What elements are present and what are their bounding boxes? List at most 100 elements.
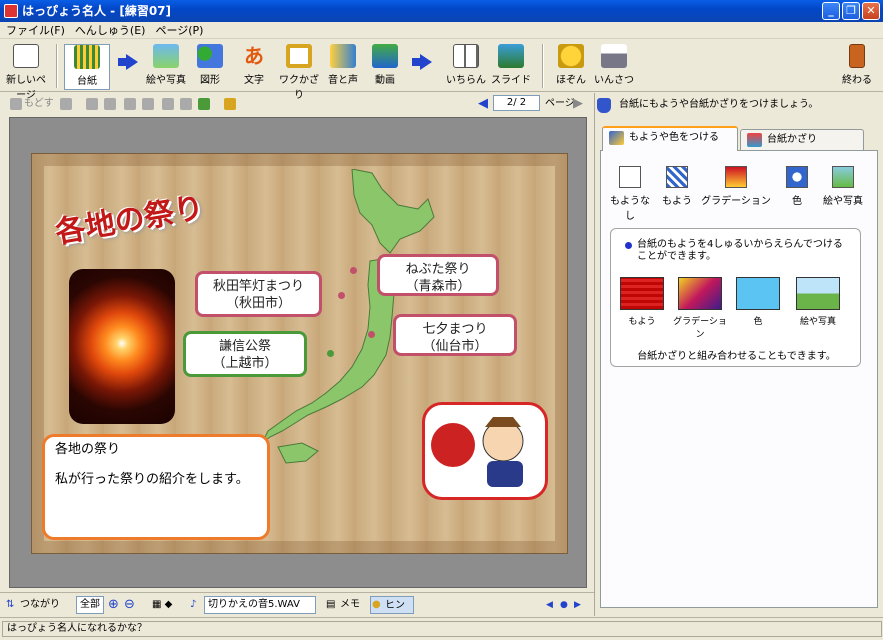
swatch-label: 色 bbox=[753, 317, 763, 327]
swatch-color[interactable] bbox=[736, 277, 780, 310]
festival-mascot-illustration[interactable] bbox=[422, 402, 548, 500]
tab-decoration[interactable]: 台紙かざり bbox=[740, 129, 864, 151]
option-pattern[interactable]: もよう bbox=[657, 166, 697, 207]
lightbulb-icon: ● bbox=[372, 599, 381, 610]
option-picture[interactable]: 絵や写真 bbox=[819, 166, 867, 207]
slide-board[interactable]: 各地の祭り ねぶた祭り （青森市） 秋田竿灯まつり （秋田市） 七夕まつり （仙… bbox=[31, 153, 568, 554]
maximize-button[interactable]: ❐ bbox=[842, 2, 860, 20]
cut-icon[interactable] bbox=[162, 98, 174, 110]
hokkaido-shape bbox=[351, 169, 435, 254]
panel-tabs: もようや色をつける 台紙かざり bbox=[600, 126, 878, 151]
nav-prev-icon[interactable]: ◀ bbox=[546, 596, 553, 614]
door-icon bbox=[849, 44, 865, 68]
menu-edit[interactable]: へんしゅう(E) bbox=[75, 22, 146, 38]
delete-icon[interactable] bbox=[142, 98, 154, 110]
menu-file[interactable]: ファイル(F) bbox=[6, 22, 65, 38]
right-panel: 台紙にもようや台紙かざりをつけましょう。 もようや色をつける 台紙かざり もよう… bbox=[594, 93, 883, 616]
memo-textbox[interactable]: 各地の祭り 私が行った祭りの紹介をします。 bbox=[42, 434, 270, 540]
send-back-icon[interactable] bbox=[104, 98, 116, 110]
bring-front-icon[interactable] bbox=[86, 98, 98, 110]
label-nebuta[interactable]: ねぶた祭り （青森市） bbox=[377, 254, 499, 296]
arrow-icon bbox=[412, 54, 432, 70]
palette-icon bbox=[609, 131, 624, 145]
close-button[interactable]: ✕ bbox=[862, 2, 880, 20]
sound-icon bbox=[330, 44, 356, 68]
nav-next-icon[interactable]: ▶ bbox=[574, 596, 581, 614]
info-text: 台紙のもようを4しゅるいからえらんでつけることができます。 bbox=[625, 239, 845, 263]
gradient-icon bbox=[725, 166, 747, 188]
toolbar-list-button[interactable]: いちらん bbox=[444, 44, 488, 90]
nav-dot-icon[interactable]: ● bbox=[560, 596, 568, 614]
picture-icon bbox=[832, 166, 854, 188]
undo-icon bbox=[10, 98, 22, 110]
zoom-in-icon[interactable]: ⊕ bbox=[108, 596, 119, 614]
option-gradient[interactable]: グラデーション bbox=[701, 166, 771, 207]
grid-icon[interactable]: ▦ ◆ bbox=[152, 596, 172, 614]
toolbar-sound-button[interactable]: 音と声 bbox=[326, 44, 360, 90]
info-box: 台紙のもようを4しゅるいからえらんでつけることができます。 もよう グラデーショ… bbox=[610, 228, 861, 367]
redo-icon[interactable] bbox=[60, 98, 72, 110]
option-color[interactable]: 色 bbox=[777, 166, 817, 207]
prev-page-button[interactable]: ◀ bbox=[478, 96, 488, 112]
shape-icon bbox=[197, 44, 223, 68]
text-icon: あ bbox=[244, 44, 264, 68]
mascot-drawing bbox=[431, 417, 524, 487]
backing-icon bbox=[74, 45, 100, 69]
page-number-display: 2/ 2 bbox=[493, 95, 540, 111]
toolbar-video-button[interactable]: 動画 bbox=[368, 44, 402, 90]
frame-icon bbox=[286, 44, 312, 68]
toolbar-picture-button[interactable]: 絵や写真 bbox=[144, 44, 188, 90]
hat-shape bbox=[485, 417, 521, 427]
status-bar: はっぴょう名人になれるかな？ bbox=[0, 617, 883, 640]
info-footer: 台紙かざりと組み合わせることもできます。 bbox=[637, 351, 836, 362]
toolbar-save-button[interactable]: ほぞん bbox=[552, 44, 590, 90]
label-akita[interactable]: 秋田竿灯まつり （秋田市） bbox=[195, 271, 322, 317]
memo-body: 私が行った祭りの紹介をします。 bbox=[55, 472, 249, 487]
toolbar-text-button[interactable]: あ 文字 bbox=[236, 44, 272, 90]
new-page-icon bbox=[13, 44, 39, 68]
tab-pattern-color[interactable]: もようや色をつける bbox=[602, 126, 738, 151]
menu-bar: ファイル(F) へんしゅう(E) ページ(P) bbox=[0, 22, 883, 39]
toolbar-print-button[interactable]: いんさつ bbox=[594, 44, 634, 90]
link-button[interactable]: つながり bbox=[20, 596, 60, 614]
option-no-pattern[interactable]: もようなし bbox=[607, 166, 653, 222]
edit-toolbar: もどす ◀ 2/ 2 ページ ▶ bbox=[0, 93, 594, 115]
zoom-out-icon[interactable]: ⊖ bbox=[124, 596, 135, 614]
label-tanabata[interactable]: 七夕まつり （仙台市） bbox=[393, 314, 517, 356]
body-shape bbox=[487, 461, 523, 487]
fireworks-photo[interactable] bbox=[69, 269, 175, 424]
quit-button[interactable]: 終わる bbox=[838, 44, 876, 90]
panel-instruction: 台紙にもようや台紙かざりをつけましょう。 bbox=[619, 99, 819, 110]
label-kenshin[interactable]: 謙信公祭 （上越市） bbox=[183, 331, 307, 377]
menu-page[interactable]: ページ(P) bbox=[155, 22, 203, 38]
undo-button[interactable]: もどす bbox=[24, 96, 54, 112]
paint-icon[interactable] bbox=[224, 98, 236, 110]
toolbar-backing-button[interactable]: 台紙 bbox=[64, 44, 110, 90]
copy-icon[interactable] bbox=[180, 98, 192, 110]
title-bar: はっぴょう名人 - [練習07] _ ❐ ✕ bbox=[0, 0, 883, 22]
swatch-gradient[interactable] bbox=[678, 277, 722, 310]
group-icon[interactable] bbox=[124, 98, 136, 110]
slide-title[interactable]: 各地の祭り bbox=[51, 182, 207, 251]
new-page-button[interactable]: 新しいページ bbox=[4, 44, 48, 101]
toolbar-shape-button[interactable]: 図形 bbox=[192, 44, 228, 90]
toolbar-slide-button[interactable]: スライド bbox=[490, 44, 532, 90]
picture-icon bbox=[153, 44, 179, 68]
next-page-button[interactable]: ▶ bbox=[573, 96, 583, 112]
shikoku-shape bbox=[277, 442, 319, 464]
zoom-select[interactable]: 全部 bbox=[76, 596, 104, 614]
blank-icon bbox=[619, 166, 641, 188]
tab-content: もようなし もよう グラデーション 色 絵や写真 台紙のもようを4しゅるいからえ… bbox=[600, 150, 878, 608]
link-icon: ⇅ bbox=[6, 599, 15, 610]
toolbar-frame-button[interactable]: ワクかざり bbox=[276, 44, 322, 101]
marker-dot bbox=[368, 331, 375, 338]
swatch-picture[interactable] bbox=[796, 277, 840, 310]
marker-dot bbox=[338, 292, 345, 299]
paste-icon[interactable] bbox=[198, 98, 210, 110]
sound-file-field[interactable]: 切りかえの音5.WAV bbox=[204, 596, 316, 614]
app-icon bbox=[4, 4, 18, 18]
swatch-pattern[interactable] bbox=[620, 277, 664, 310]
memo-button[interactable]: メモ bbox=[340, 596, 360, 614]
minimize-button[interactable]: _ bbox=[822, 2, 840, 20]
marker-dot bbox=[327, 350, 334, 357]
